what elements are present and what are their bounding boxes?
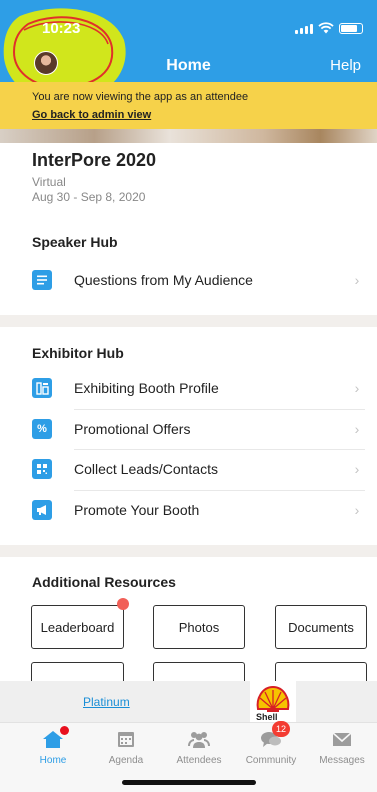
home-indicator <box>122 780 256 785</box>
section-divider <box>0 545 377 557</box>
tab-messages[interactable]: Messages <box>309 729 375 766</box>
qr-code-icon <box>32 459 52 479</box>
documents-button[interactable]: Documents <box>275 605 367 649</box>
chevron-right-icon: › <box>354 380 360 396</box>
event-banner-image <box>0 129 377 143</box>
chevron-right-icon: › <box>354 502 360 518</box>
sponsor-tier-link[interactable]: Platinum <box>83 695 130 709</box>
exhibiting-booth-profile-item[interactable]: Exhibiting Booth Profile › <box>32 368 365 408</box>
promotional-offers-item[interactable]: % Promotional Offers › <box>32 409 365 449</box>
tab-home[interactable]: Home <box>20 726 86 766</box>
tab-agenda[interactable]: Agenda <box>93 729 159 766</box>
leaderboard-button[interactable]: Leaderboard <box>31 605 124 649</box>
chevron-right-icon: › <box>354 421 360 437</box>
shell-logo[interactable]: Shell <box>250 681 296 722</box>
promote-booth-item[interactable]: Promote Your Booth › <box>32 490 365 530</box>
event-info: InterPore 2020 Virtual Aug 30 - Sep 8, 2… <box>32 150 156 204</box>
list-icon <box>32 270 52 290</box>
section-divider <box>0 315 377 327</box>
community-badge: 12 <box>272 721 290 737</box>
people-icon <box>188 729 210 749</box>
help-link[interactable]: Help <box>330 57 361 74</box>
signal-icon <box>295 24 313 34</box>
resource-button[interactable] <box>275 662 367 682</box>
booth-icon <box>32 378 52 398</box>
exhibiting-booth-profile-label: Exhibiting Booth Profile <box>74 380 219 396</box>
wifi-icon <box>318 22 334 34</box>
tab-label: Attendees <box>176 755 222 766</box>
exhibitor-hub-heading: Exhibitor Hub <box>32 345 124 361</box>
battery-icon <box>339 23 363 34</box>
questions-from-audience-label: Questions from My Audience <box>74 272 253 288</box>
collect-leads-label: Collect Leads/Contacts <box>74 461 218 477</box>
event-location: Virtual <box>32 175 66 189</box>
collect-leads-item[interactable]: Collect Leads/Contacts › <box>32 449 365 489</box>
notification-dot <box>117 598 129 610</box>
notification-dot <box>60 726 69 735</box>
event-title: InterPore 2020 <box>32 150 157 170</box>
questions-from-audience-item[interactable]: Questions from My Audience › <box>32 260 365 300</box>
avatar-overlay[interactable] <box>34 51 58 75</box>
tab-label: Community <box>245 755 297 766</box>
envelope-icon <box>331 729 353 749</box>
admin-banner: You are now viewing the app as an attend… <box>0 82 377 129</box>
event-dates: Aug 30 - Sep 8, 2020 <box>32 190 146 204</box>
additional-resources-heading: Additional Resources <box>32 574 176 590</box>
shell-logo-text: Shell <box>256 712 278 722</box>
tab-label: Home <box>39 755 67 766</box>
banner-message: You are now viewing the app as an attend… <box>32 91 249 103</box>
chevron-right-icon: › <box>354 461 360 477</box>
tab-label: Messages <box>319 755 365 766</box>
percent-badge-icon: % <box>32 419 52 439</box>
tab-label: Agenda <box>108 755 144 766</box>
resource-button[interactable] <box>31 662 124 682</box>
status-time-overlay: 10:23 <box>42 20 81 37</box>
chat-bubbles-icon: 12 <box>260 721 290 749</box>
back-to-admin-link[interactable]: Go back to admin view <box>32 109 377 121</box>
megaphone-icon <box>32 500 52 520</box>
speaker-hub-heading: Speaker Hub <box>32 234 118 250</box>
resource-button[interactable] <box>153 662 245 682</box>
tab-community[interactable]: 12 Community <box>238 721 304 766</box>
calendar-icon <box>115 729 137 749</box>
chevron-right-icon: › <box>354 272 360 288</box>
photos-button[interactable]: Photos <box>153 605 245 649</box>
home-icon <box>42 726 69 749</box>
sponsor-bar: Platinum Shell <box>0 681 377 722</box>
top-bar: 10:23 Home Help <box>0 0 377 82</box>
promotional-offers-label: Promotional Offers <box>74 421 191 437</box>
tab-attendees[interactable]: Attendees <box>166 729 232 766</box>
promote-booth-label: Promote Your Booth <box>74 502 200 518</box>
status-icons <box>295 22 363 34</box>
